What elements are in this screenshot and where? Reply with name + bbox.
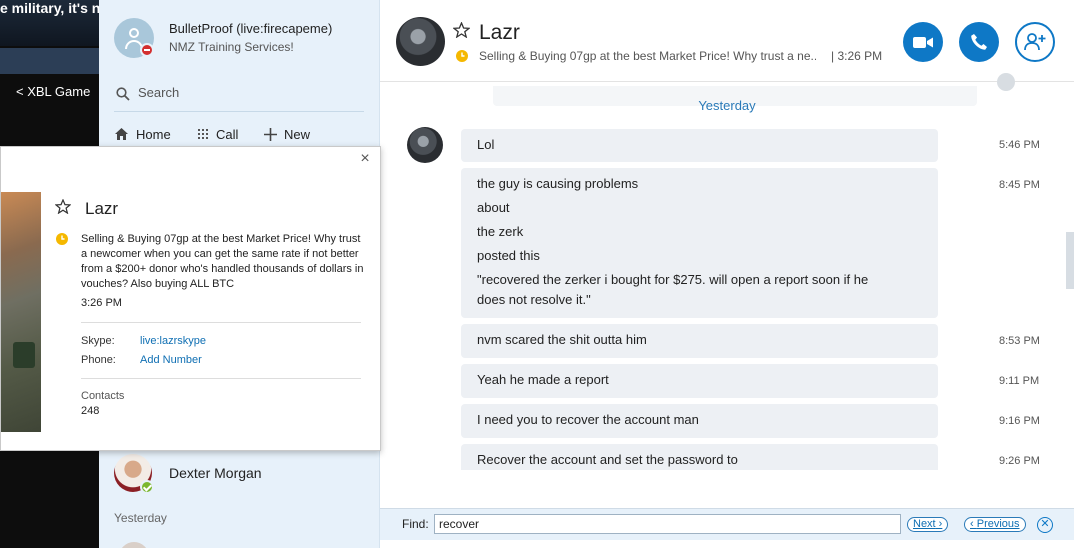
nav-call-button[interactable]: Call xyxy=(197,125,238,143)
message-line: the zerk xyxy=(477,224,524,239)
message-line: the guy is causing problems xyxy=(477,176,639,191)
profile-card: × Lazr Selling & Buying 07gp at the best… xyxy=(0,146,381,451)
chat-panel: Lazr Selling & Buying 07gp at the best M… xyxy=(380,0,1074,548)
message-line: I need you to recover the account man xyxy=(477,412,699,427)
status-badge xyxy=(140,43,154,57)
message-bubble[interactable]: nvm scared the shit outta him xyxy=(461,324,938,358)
star-icon[interactable] xyxy=(55,199,71,214)
scrollbar-thumb[interactable] xyxy=(1066,232,1074,289)
nav-new-button[interactable]: New xyxy=(264,125,310,143)
find-next-button[interactable]: Next › xyxy=(907,517,949,532)
profile-name[interactable]: BulletProof (live:firecapeme) xyxy=(169,21,332,36)
skype-label: Skype: xyxy=(81,335,115,347)
message-bubble[interactable]: I need you to recover the account man xyxy=(461,404,938,438)
find-bar: Find: Next › ‹ Previous ✕ xyxy=(380,508,1074,540)
plus-icon xyxy=(264,127,277,141)
conversation-title: Lazr xyxy=(479,21,520,44)
skype-id-link[interactable]: live:lazrskype xyxy=(140,335,206,347)
contacts-label: Contacts xyxy=(81,390,125,402)
video-icon xyxy=(913,36,933,48)
find-next-label: Next xyxy=(913,518,936,530)
message-line: about xyxy=(477,200,510,215)
dialpad-icon xyxy=(198,129,208,139)
avatar[interactable] xyxy=(396,17,445,66)
phone-icon xyxy=(971,34,987,50)
message-line: posted this xyxy=(477,248,540,263)
message-time: 5:46 PM xyxy=(999,139,1040,151)
profile-card-mood: Selling & Buying 07gp at the best Market… xyxy=(81,233,364,290)
find-input[interactable] xyxy=(434,514,901,534)
message-line: Lol xyxy=(477,137,495,152)
search-input[interactable]: Search xyxy=(114,84,364,112)
background-bar xyxy=(0,48,99,74)
background-text: e military, it's n xyxy=(0,0,99,16)
mood-clock-icon xyxy=(56,233,68,245)
message-bubble[interactable]: Recover the account and set the password… xyxy=(461,444,938,470)
message-bubble[interactable]: Lol xyxy=(461,129,938,162)
nav-home-button[interactable]: Home xyxy=(114,125,171,143)
section-header: Yesterday xyxy=(114,511,167,525)
audio-call-button[interactable] xyxy=(959,22,999,62)
divider xyxy=(81,322,361,323)
mood-clock-icon xyxy=(456,50,468,62)
divider xyxy=(81,378,361,379)
header-divider xyxy=(380,81,1074,82)
mood-time: | 3:26 PM xyxy=(831,49,883,63)
add-people-button[interactable] xyxy=(1015,22,1055,62)
compose-strip xyxy=(380,540,1074,548)
message-line: Recover the account and set the password… xyxy=(477,452,738,467)
search-placeholder: Search xyxy=(138,85,180,100)
nav-call-label: Call xyxy=(216,126,239,142)
close-icon[interactable]: × xyxy=(357,151,373,167)
profile-status[interactable]: NMZ Training Services! xyxy=(169,40,294,54)
xbl-game-link[interactable]: < XBL Game xyxy=(16,84,90,99)
home-icon xyxy=(115,128,128,140)
message-time: 8:45 PM xyxy=(999,179,1040,191)
find-label: Find: xyxy=(402,517,429,531)
nav-home-label: Home xyxy=(136,126,171,142)
message-time: 9:16 PM xyxy=(999,415,1040,427)
star-icon[interactable] xyxy=(453,22,470,38)
message-time: 9:11 PM xyxy=(999,375,1040,387)
find-previous-button[interactable]: ‹ Previous xyxy=(964,517,1026,532)
avatar[interactable] xyxy=(407,127,443,163)
video-call-button[interactable] xyxy=(903,22,943,62)
profile-card-time: 3:26 PM xyxy=(81,297,122,309)
profile-card-name: Lazr xyxy=(85,199,119,218)
message-bubble[interactable]: the guy is causing problems about the ze… xyxy=(461,168,938,318)
message-line: does not resolve it." xyxy=(477,292,591,307)
add-person-icon xyxy=(1024,33,1046,51)
message-bubble[interactable]: Yeah he made a report xyxy=(461,364,938,398)
contacts-count: 248 xyxy=(81,405,100,417)
search-icon xyxy=(116,87,130,101)
message-line: "recovered the zerker i bought for $275.… xyxy=(477,272,869,287)
day-separator: Yesterday xyxy=(698,98,756,113)
profile-photo xyxy=(1,192,41,432)
message-line: nvm scared the shit outta him xyxy=(477,332,647,347)
message-time: 8:53 PM xyxy=(999,335,1040,347)
list-item[interactable]: Dexter Morgan xyxy=(114,454,369,494)
globe-icon xyxy=(997,73,1015,91)
message-line: Yeah he made a report xyxy=(477,372,609,387)
contact-name: Dexter Morgan xyxy=(169,465,262,481)
nav-new-label: New xyxy=(284,126,311,142)
avatar[interactable] xyxy=(119,542,149,548)
status-badge xyxy=(140,480,154,494)
add-number-link[interactable]: Add Number xyxy=(140,354,202,366)
close-icon[interactable]: ✕ xyxy=(1037,517,1053,533)
find-previous-label: Previous xyxy=(976,518,1020,530)
mood-message: Selling & Buying 07gp at the best Market… xyxy=(479,49,816,63)
phone-label: Phone: xyxy=(81,354,116,366)
background-banner: e military, it's n xyxy=(0,0,99,46)
message-time: 9:26 PM xyxy=(999,455,1040,467)
